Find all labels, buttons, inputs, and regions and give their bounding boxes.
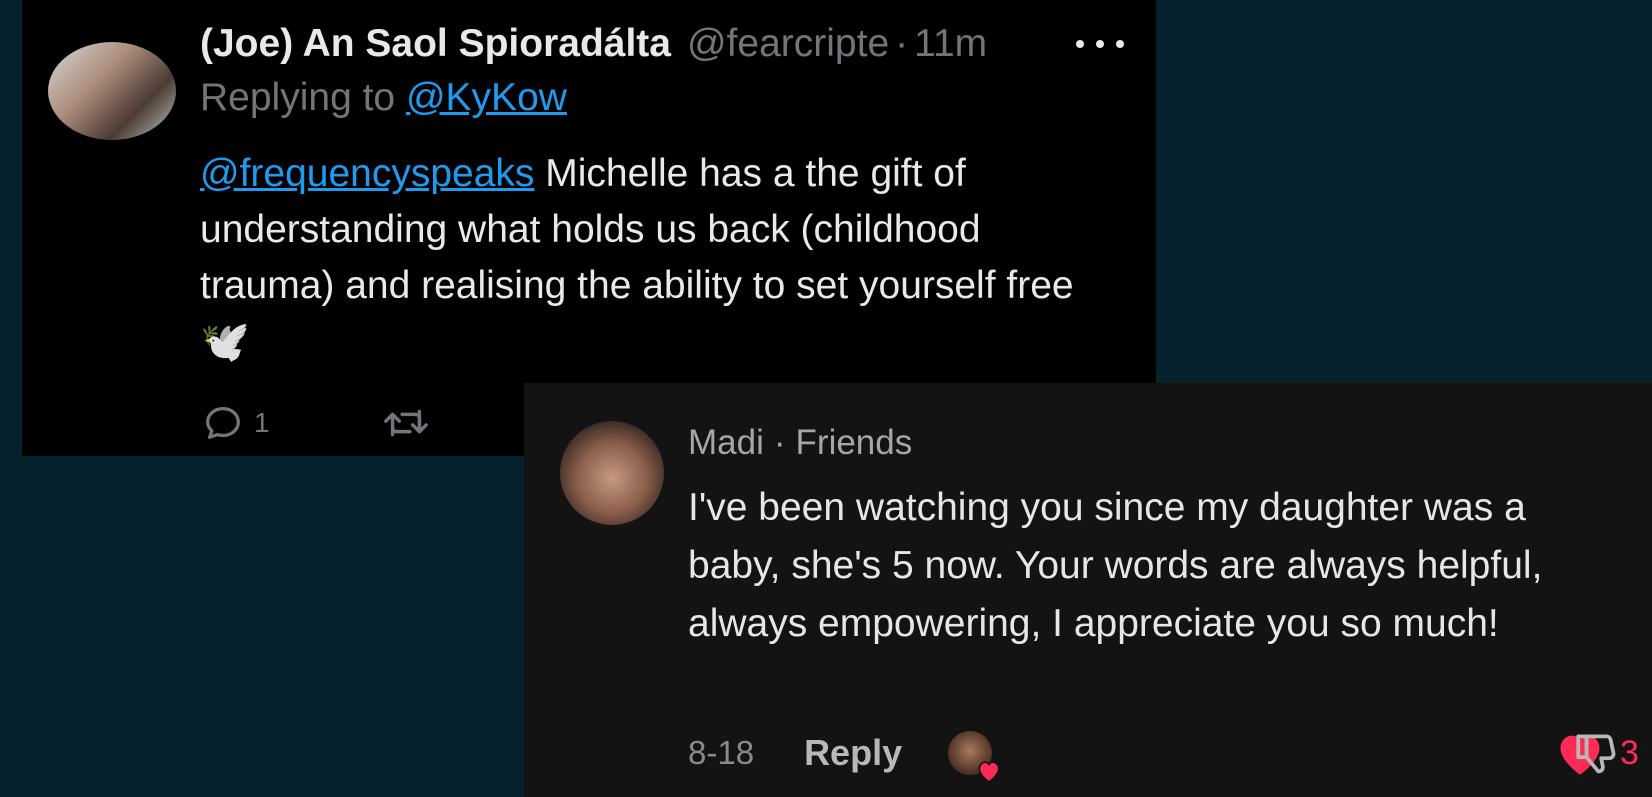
tweet-separator: · bbox=[895, 22, 909, 65]
dove-emoji: 🕊️ bbox=[200, 320, 250, 364]
like-count: 3 bbox=[1620, 733, 1639, 772]
reply-count: 1 bbox=[254, 407, 270, 438]
friends-badge: Friends bbox=[795, 423, 913, 462]
comment-text: I've been watching you since my daughter… bbox=[688, 486, 1543, 645]
retweet-button[interactable] bbox=[380, 400, 432, 446]
tweet-handle[interactable]: @fearcripte bbox=[687, 22, 889, 66]
comment-author-name[interactable]: Madi bbox=[688, 423, 764, 462]
comment-separator: · bbox=[773, 423, 786, 462]
tweet-actions: 1 bbox=[200, 400, 432, 446]
comment-reply-button[interactable]: Reply bbox=[804, 732, 902, 774]
reply-button[interactable]: 1 bbox=[200, 400, 270, 446]
creator-heart-icon bbox=[978, 761, 1000, 783]
tweet-author-avatar[interactable] bbox=[48, 42, 176, 140]
comment-meta: Madi · Friends bbox=[688, 423, 912, 463]
tweet-display-name[interactable]: (Joe) An Saol Spioradálta bbox=[200, 22, 671, 66]
tweet-timestamp[interactable]: 11m bbox=[914, 22, 987, 66]
replying-to-line: Replying to @KyKow bbox=[200, 76, 567, 120]
creator-liked-avatar bbox=[948, 731, 1000, 783]
replying-to-label: Replying to bbox=[200, 76, 406, 119]
retweet-icon bbox=[383, 409, 428, 437]
comment-author-avatar[interactable] bbox=[560, 421, 664, 525]
tweet-body: @frequencyspeaks Michelle has a the gift… bbox=[200, 146, 1110, 371]
tweet-mention[interactable]: @frequencyspeaks bbox=[200, 152, 534, 195]
tweet-header: (Joe) An Saol Spioradálta @fearcripte · … bbox=[200, 14, 1116, 74]
more-options-icon[interactable] bbox=[1076, 24, 1124, 64]
comment-date: 8-18 bbox=[688, 734, 755, 771]
comment-footer: 8-18 Reply 3 bbox=[688, 727, 1639, 783]
comment-dislike-button[interactable] bbox=[1572, 727, 1622, 779]
replying-to-mention[interactable]: @KyKow bbox=[406, 76, 567, 119]
reply-icon bbox=[206, 406, 240, 440]
thumbs-down-icon bbox=[1576, 734, 1616, 774]
comment-card: Madi · Friends I've been watching you sinc… bbox=[524, 383, 1652, 797]
